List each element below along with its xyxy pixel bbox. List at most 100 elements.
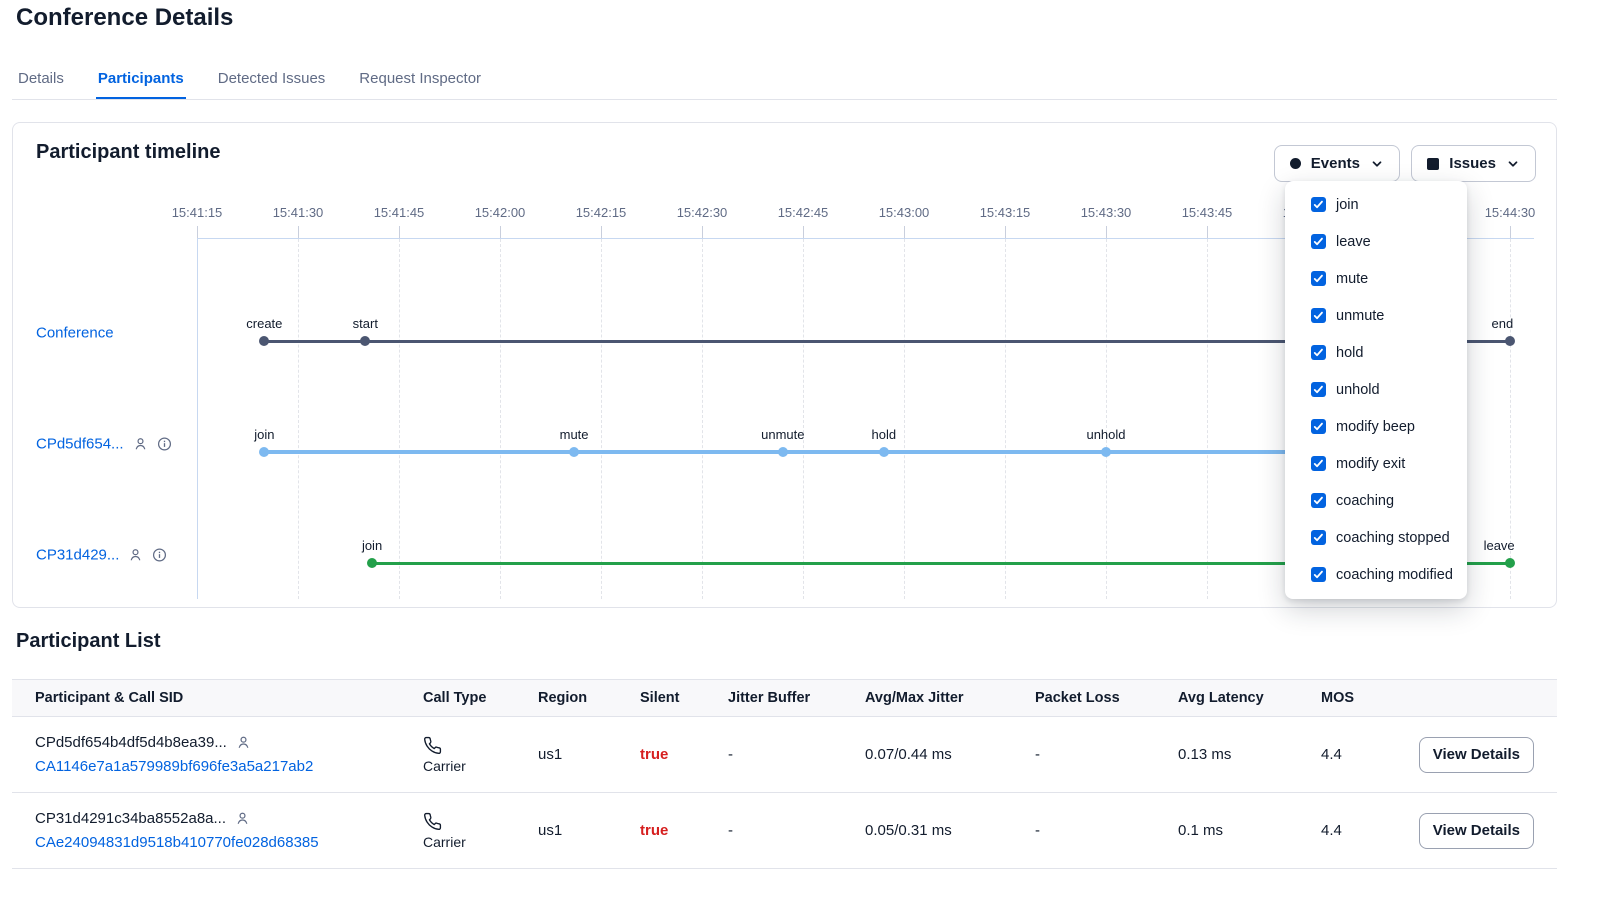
- events-filter-item-modify-exit[interactable]: modify exit: [1311, 454, 1455, 474]
- tab-participants[interactable]: Participants: [96, 57, 186, 99]
- event-label: mute: [560, 427, 589, 442]
- axis-tick-label: 15:42:45: [758, 205, 848, 220]
- axis-tick-label: 15:42:00: [455, 205, 545, 220]
- checkbox-coaching-modified[interactable]: [1311, 567, 1326, 582]
- event-label: end: [1492, 316, 1514, 331]
- checkbox-join[interactable]: [1311, 197, 1326, 212]
- column-header-region: Region: [538, 690, 640, 706]
- column-header-packet-loss: Packet Loss: [1035, 690, 1178, 706]
- event-label: hold: [872, 427, 897, 442]
- timeline-heading: Participant timeline: [36, 141, 221, 164]
- events-filter-item-coaching[interactable]: coaching: [1311, 491, 1455, 511]
- issues-filter-button[interactable]: Issues: [1411, 145, 1536, 182]
- axis-tick-label: 15:43:00: [859, 205, 949, 220]
- timeline-row-link-cp31d429[interactable]: CP31d429...: [36, 547, 119, 564]
- event-marker-mute[interactable]: [569, 447, 579, 457]
- issues-button-label: Issues: [1449, 155, 1496, 172]
- timeline-row-label: Conference: [36, 325, 114, 342]
- gridline: [197, 239, 198, 599]
- axis-tick-label: 15:41:15: [152, 205, 242, 220]
- page-title: Conference Details: [16, 4, 233, 32]
- event-marker-hold[interactable]: [879, 447, 889, 457]
- table-header-row: Participant & Call SIDCall TypeRegionSil…: [12, 679, 1557, 717]
- events-filter-item-modify-beep[interactable]: modify beep: [1311, 417, 1455, 437]
- events-filter-item-coaching-modified[interactable]: coaching modified: [1311, 565, 1455, 585]
- checkbox-label: modify exit: [1336, 454, 1405, 474]
- gridline: [1106, 239, 1107, 599]
- timeline-row-link-conference[interactable]: Conference: [36, 325, 114, 342]
- axis-tick-mark: [298, 226, 299, 238]
- info-icon[interactable]: [157, 437, 172, 452]
- silent-cell: true: [640, 822, 728, 839]
- tab-request-inspector[interactable]: Request Inspector: [357, 57, 483, 99]
- call-type-label: Carrier: [423, 758, 538, 774]
- checkbox-hold[interactable]: [1311, 345, 1326, 360]
- call-sid-link[interactable]: CA1146e7a1a579989bf696fe3a5a217ab2: [35, 758, 423, 775]
- region-cell: us1: [538, 746, 640, 763]
- column-header-silent: Silent: [640, 690, 728, 706]
- axis-tick-mark: [399, 226, 400, 238]
- checkbox-coaching-stopped[interactable]: [1311, 530, 1326, 545]
- timeline-row-label: CPd5df654...: [36, 436, 172, 453]
- checkbox-coaching[interactable]: [1311, 493, 1326, 508]
- silent-cell: true: [640, 746, 728, 763]
- tab-details[interactable]: Details: [16, 57, 66, 99]
- tab-detected-issues[interactable]: Detected Issues: [216, 57, 328, 99]
- call-type-label: Carrier: [423, 834, 538, 850]
- events-filter-item-mute[interactable]: mute: [1311, 269, 1455, 289]
- event-marker-end[interactable]: [1505, 336, 1515, 346]
- axis-tick-mark: [1106, 226, 1107, 238]
- checkbox-mute[interactable]: [1311, 271, 1326, 286]
- column-header-avg-max-jitter: Avg/Max Jitter: [865, 690, 1035, 706]
- participant-sid-text: CP31d4291c34ba8552a8a...: [35, 810, 226, 827]
- events-filter-button[interactable]: Events: [1274, 145, 1400, 182]
- info-icon[interactable]: [152, 548, 167, 563]
- events-filter-item-coaching-stopped[interactable]: coaching stopped: [1311, 528, 1455, 548]
- checkbox-modify-exit[interactable]: [1311, 456, 1326, 471]
- gridline: [1207, 239, 1208, 599]
- mos-cell: 4.4: [1321, 822, 1417, 839]
- event-marker-unhold[interactable]: [1101, 447, 1111, 457]
- tabs: Details Participants Detected Issues Reques…: [12, 57, 1557, 100]
- view-details-button[interactable]: View Details: [1419, 737, 1534, 773]
- column-header-call-type: Call Type: [423, 690, 538, 706]
- events-filter-item-leave[interactable]: leave: [1311, 232, 1455, 252]
- call-sid-link[interactable]: CAe24094831d9518b410770fe028d68385: [35, 834, 423, 851]
- participant-cell: CP31d4291c34ba8552a8a... CAe24094831d9518…: [35, 810, 423, 851]
- axis-tick-mark: [1005, 226, 1006, 238]
- events-filter-item-hold[interactable]: hold: [1311, 343, 1455, 363]
- person-icon: [128, 548, 143, 563]
- timeline-row-label: CP31d429...: [36, 547, 167, 564]
- checkbox-label: coaching: [1336, 491, 1394, 511]
- events-button-label: Events: [1311, 155, 1360, 172]
- event-marker-start[interactable]: [360, 336, 370, 346]
- gridline: [702, 239, 703, 599]
- avg-latency-cell: 0.1 ms: [1178, 822, 1321, 839]
- checkbox-unhold[interactable]: [1311, 382, 1326, 397]
- event-marker-unmute[interactable]: [778, 447, 788, 457]
- event-marker-create[interactable]: [259, 336, 269, 346]
- events-filter-item-unhold[interactable]: unhold: [1311, 380, 1455, 400]
- checkbox-unmute[interactable]: [1311, 308, 1326, 323]
- view-details-button[interactable]: View Details: [1419, 813, 1534, 849]
- checkbox-leave[interactable]: [1311, 234, 1326, 249]
- table-row: CPd5df654b4df5d4b8ea39...CA1146e7a1a5799…: [12, 717, 1557, 793]
- participant-list-heading: Participant List: [16, 630, 160, 653]
- checkbox-label: mute: [1336, 269, 1368, 289]
- column-header-jitter-buffer: Jitter Buffer: [728, 690, 865, 706]
- participant-table: Participant & Call SIDCall TypeRegionSil…: [12, 679, 1557, 869]
- event-marker-join[interactable]: [367, 558, 377, 568]
- checkbox-modify-beep[interactable]: [1311, 419, 1326, 434]
- event-label: unmute: [761, 427, 804, 442]
- axis-tick-label: 15:41:45: [354, 205, 444, 220]
- events-filter-item-unmute[interactable]: unmute: [1311, 306, 1455, 326]
- axis-tick-mark: [1207, 226, 1208, 238]
- axis-tick-label: 15:43:45: [1162, 205, 1252, 220]
- events-filter-item-join[interactable]: join: [1311, 195, 1455, 215]
- checkbox-label: modify beep: [1336, 417, 1415, 437]
- timeline-row-link-cpd5df654[interactable]: CPd5df654...: [36, 436, 124, 453]
- event-marker-leave[interactable]: [1505, 558, 1515, 568]
- axis-tick-label: 15:44:30: [1465, 205, 1555, 220]
- mos-cell: 4.4: [1321, 746, 1417, 763]
- event-marker-join[interactable]: [259, 447, 269, 457]
